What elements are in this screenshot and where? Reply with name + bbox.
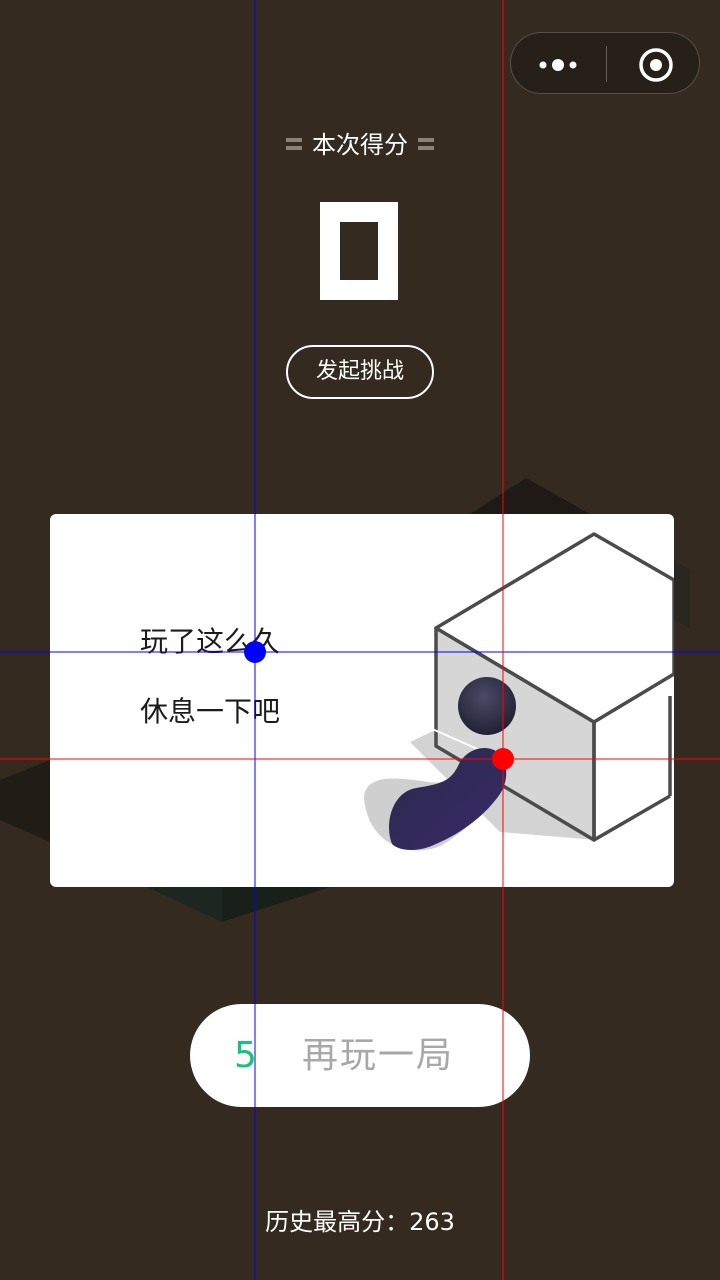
more-dots-icon [539, 59, 577, 71]
rest-message-line1: 玩了这么久 [140, 625, 281, 658]
challenge-button[interactable]: 发起挑战 [286, 345, 434, 399]
best-score: 历史最高分：263 [0, 1204, 720, 1240]
target-circle-icon [639, 48, 673, 82]
countdown-number: 5 [234, 1035, 257, 1076]
rest-reminder-card: 玩了这么久 休息一下吧 [50, 514, 674, 887]
rest-message-line2: 休息一下吧 [140, 695, 281, 728]
miniprogram-capsule [510, 32, 700, 94]
best-score-value: 263 [409, 1208, 455, 1236]
more-button[interactable] [511, 33, 606, 93]
resting-player-illustration [364, 532, 674, 851]
score-header: 本次得分 [0, 128, 720, 162]
replay-label: 再玩一局 [302, 1035, 455, 1076]
replay-button[interactable]: 5 再玩一局 [190, 1004, 530, 1107]
title-decoration-left [286, 138, 302, 150]
best-score-label: 历史最高分： [265, 1208, 410, 1236]
title-decoration-right [418, 138, 434, 150]
close-miniprogram-button[interactable] [607, 33, 701, 93]
score-digit-zero [320, 202, 398, 300]
score-title-text: 本次得分 [312, 131, 408, 159]
